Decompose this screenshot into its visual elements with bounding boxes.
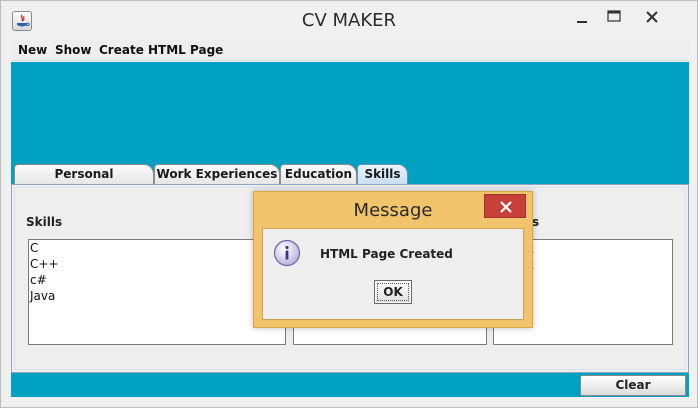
skill-list-item[interactable]: C++ <box>29 256 285 272</box>
ok-button[interactable]: OK <box>374 280 412 304</box>
tab-work-experiences[interactable]: Work Experiences <box>154 164 280 184</box>
dialog-body: HTML Page Created OK <box>262 228 524 320</box>
menu-show[interactable]: Show <box>55 40 92 61</box>
right-column-label: s <box>532 215 540 229</box>
dialog-close-button[interactable] <box>484 194 526 218</box>
info-icon <box>273 239 301 267</box>
bottom-bar: Clear <box>11 373 689 397</box>
minimize-button[interactable] <box>569 7 595 27</box>
menu-create-html-page[interactable]: Create HTML Page <box>99 40 223 61</box>
tab-personal-information[interactable]: Personal Information <box>14 164 154 200</box>
dialog-message: HTML Page Created <box>320 247 453 261</box>
close-window-button[interactable] <box>629 6 675 28</box>
message-dialog: Message HTML Page Created OK <box>253 191 533 328</box>
skills-heading: Skills <box>26 215 63 229</box>
tab-education[interactable]: Education <box>280 164 357 184</box>
tab-strip: Personal Information Work Experiences Ed… <box>11 164 689 200</box>
menu-new[interactable]: New <box>18 40 47 61</box>
maximize-icon <box>607 10 621 22</box>
minimize-icon <box>577 21 587 23</box>
skill-list-item[interactable]: c# <box>29 272 285 288</box>
skill-list-item[interactable]: Java <box>29 288 285 304</box>
title-bar: CV MAKER <box>1 1 697 39</box>
clear-button[interactable]: Clear <box>580 375 686 396</box>
maximize-button[interactable] <box>601 7 627 27</box>
tab-skills[interactable]: Skills <box>357 164 408 184</box>
menu-bar: New Show Create HTML Page <box>11 40 689 61</box>
header-banner <box>11 62 689 164</box>
close-icon <box>500 201 512 213</box>
main-window: CV MAKER New Show Create HTML Page Perso… <box>0 0 698 408</box>
skill-list-item[interactable]: C <box>29 240 285 256</box>
close-icon <box>646 11 658 23</box>
skills-list[interactable]: C C++ c# Java <box>28 239 286 345</box>
